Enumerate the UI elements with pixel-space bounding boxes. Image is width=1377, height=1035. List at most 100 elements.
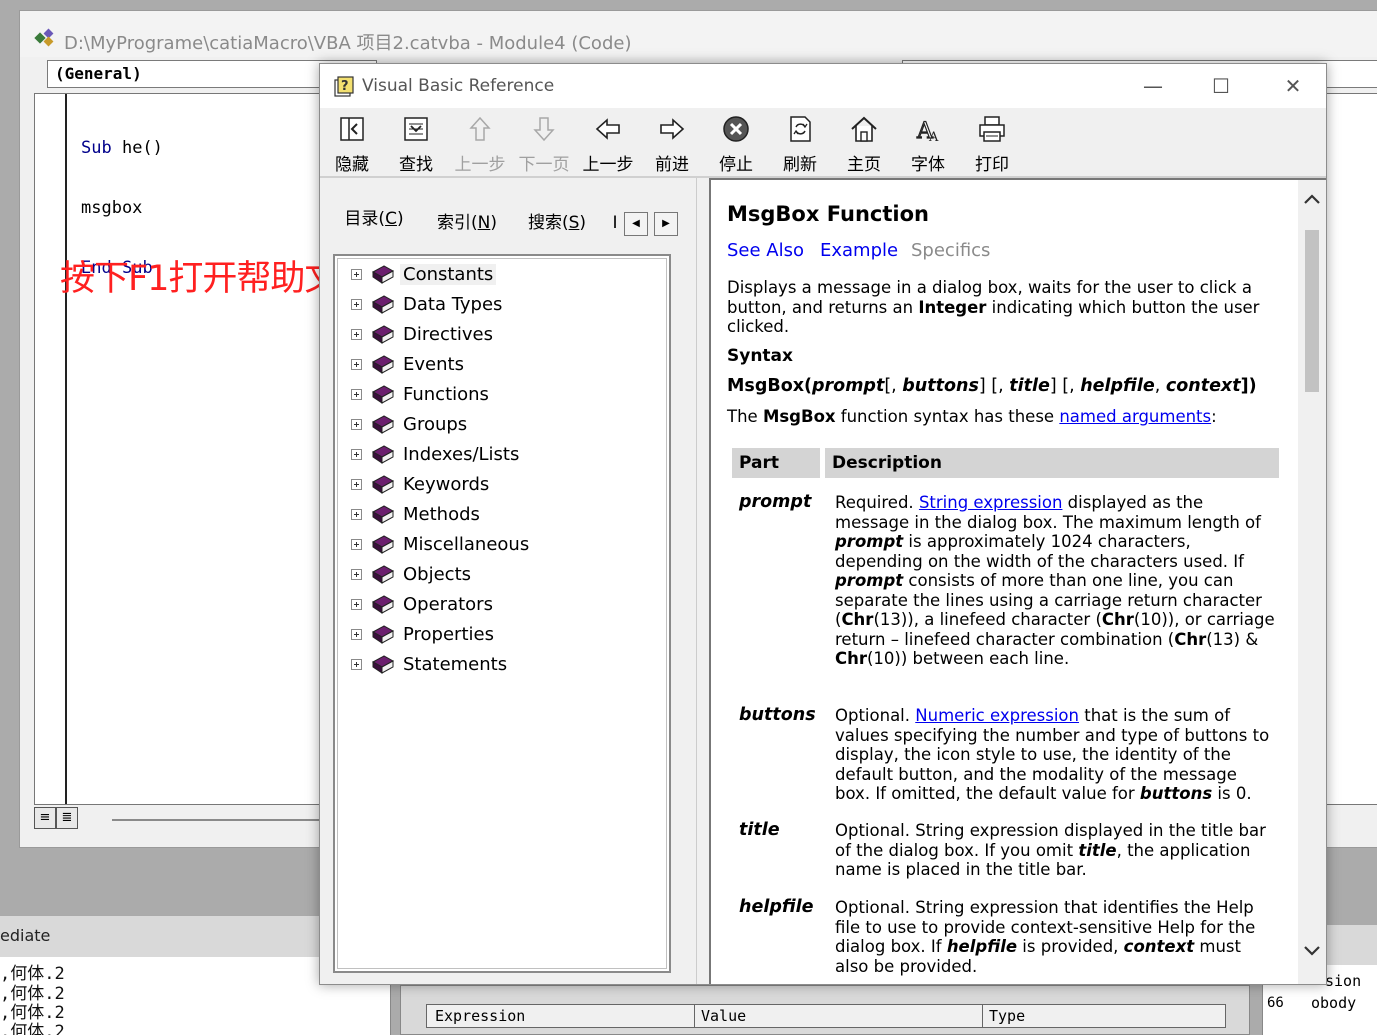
numeric-expression-link[interactable]: Numeric expression (915, 706, 1079, 725)
expand-icon[interactable] (351, 479, 362, 490)
maximize-button[interactable]: ☐ (1198, 70, 1244, 102)
closed-book-icon (371, 505, 395, 524)
expand-icon[interactable] (351, 449, 362, 460)
previous-label: 上一步 (454, 155, 506, 175)
tree-item[interactable]: Groups (338, 411, 668, 439)
tree-item[interactable]: Data Types (338, 291, 668, 319)
tree-item[interactable]: Keywords (338, 471, 668, 499)
forward-button[interactable]: 前进 (642, 112, 702, 175)
named-arguments-link[interactable]: named arguments (1059, 407, 1211, 426)
topic-intro: Displays a message in a dialog box, wait… (727, 278, 1260, 336)
tree-item[interactable]: Indexes/Lists (338, 441, 668, 469)
next-page-button[interactable]: 下一页 (514, 112, 574, 175)
font-icon: A A (915, 118, 939, 144)
hide-button[interactable]: 隐藏 (322, 112, 382, 175)
tree-item-label: Events (403, 354, 464, 375)
column-divider[interactable] (694, 1005, 695, 1027)
string-expression-link[interactable]: String expression (919, 493, 1063, 512)
refresh-icon (790, 116, 811, 142)
expand-icon[interactable] (351, 359, 362, 370)
expand-icon[interactable] (351, 419, 362, 430)
tree-item[interactable]: Events (338, 351, 668, 379)
closed-book-icon (371, 445, 395, 464)
immediate-line: ,何体.2 (0, 984, 65, 1004)
expand-icon[interactable] (351, 659, 362, 670)
watch-column-type[interactable]: Type (989, 1007, 1025, 1025)
expand-icon[interactable] (351, 629, 362, 640)
expand-icon[interactable] (351, 539, 362, 550)
hide-icon (340, 117, 364, 141)
closed-book-icon (371, 565, 395, 584)
view-toggle-group: ≡ ≣ (34, 807, 94, 831)
tree-item[interactable]: Methods (338, 501, 668, 529)
watch-column-expression[interactable]: Expression (435, 1007, 525, 1025)
specifics-link[interactable]: Specifics (911, 240, 990, 261)
topic-content-pane[interactable]: MsgBox Function See Also Example Specifi… (709, 178, 1326, 984)
tree-item[interactable]: Operators (338, 591, 668, 619)
margin-indicator-bar[interactable] (35, 94, 67, 804)
back-button[interactable]: 上一步 (578, 112, 638, 175)
scroll-thumb[interactable] (1305, 230, 1319, 392)
expand-icon[interactable] (351, 269, 362, 280)
expand-icon[interactable] (351, 329, 362, 340)
refresh-button[interactable]: 刷新 (770, 112, 830, 175)
scroll-up-icon[interactable] (1302, 190, 1322, 210)
print-button[interactable]: 打印 (962, 112, 1022, 175)
locate-label: 查找 (399, 155, 433, 175)
see-also-link[interactable]: See Also (727, 240, 804, 261)
svg-text:?: ? (341, 79, 349, 94)
expand-icon[interactable] (351, 599, 362, 610)
watch-column-value[interactable]: Value (701, 1007, 746, 1025)
tab-scroll-left-button[interactable]: ◀ (624, 212, 648, 236)
locate-button[interactable]: 查找 (386, 112, 446, 175)
tree-item[interactable]: Objects (338, 561, 668, 589)
home-button[interactable]: 主页 (834, 112, 894, 175)
tab-index[interactable]: 索引(N) (424, 206, 510, 242)
code-window-title: D:\MyPrograme\catiaMacro\VBA 项目2.catvba … (64, 33, 632, 54)
home-label: 主页 (847, 155, 881, 175)
immediate-line: ,何体.2 (0, 964, 65, 984)
closed-book-icon (371, 625, 395, 644)
previous-button[interactable]: 上一步 (450, 112, 510, 175)
pane-splitter[interactable] (696, 178, 710, 984)
help-titlebar: ? Visual Basic Reference — ☐ ✕ (320, 64, 1326, 108)
locals-column-expression: sion (1325, 972, 1362, 990)
tab-scroll-right-button[interactable]: ▶ (654, 212, 678, 236)
tree-item-label: Methods (403, 504, 480, 525)
immediate-window-title: ediate (0, 926, 51, 945)
tree-item-label: Statements (403, 654, 508, 675)
tree-item[interactable]: Properties (338, 621, 668, 649)
column-divider[interactable] (982, 1005, 983, 1027)
tree-item-label: Operators (403, 594, 493, 615)
horizontal-scrollbar[interactable] (112, 819, 352, 821)
example-link[interactable]: Example (820, 240, 898, 261)
tab-search[interactable]: 搜索(S) (518, 206, 596, 242)
svg-text:A: A (928, 130, 939, 144)
help-window: ? Visual Basic Reference — ☐ ✕ 隐藏 查找 上一步… (319, 63, 1327, 985)
font-label: 字体 (911, 155, 945, 175)
tree-item[interactable]: Miscellaneous (338, 531, 668, 559)
locate-icon (404, 117, 428, 141)
expand-icon[interactable] (351, 299, 362, 310)
tree-item[interactable]: Directives (338, 321, 668, 349)
tab-contents[interactable]: 目录(C) (334, 202, 414, 238)
expand-icon[interactable] (351, 569, 362, 580)
tab-favorites[interactable]: I (610, 206, 620, 242)
expand-icon[interactable] (351, 509, 362, 520)
tree-item[interactable]: Constants (338, 261, 668, 289)
contents-tree[interactable]: Constants Data Types Directives Events Funct… (333, 254, 671, 973)
tree-item[interactable]: Statements (338, 651, 668, 679)
minimize-button[interactable]: — (1130, 70, 1176, 102)
stop-icon (723, 116, 749, 142)
tree-item-label: Keywords (403, 474, 490, 495)
close-button[interactable]: ✕ (1270, 70, 1316, 102)
procedure-view-button[interactable]: ≡ (34, 807, 56, 829)
font-button[interactable]: A A 字体 (898, 112, 958, 175)
closed-book-icon (371, 355, 395, 374)
content-scrollbar[interactable] (1298, 180, 1326, 984)
scroll-down-icon[interactable] (1302, 940, 1322, 960)
expand-icon[interactable] (351, 389, 362, 400)
stop-button[interactable]: 停止 (706, 112, 766, 175)
full-module-view-button[interactable]: ≣ (56, 807, 78, 829)
tree-item[interactable]: Functions (338, 381, 668, 409)
